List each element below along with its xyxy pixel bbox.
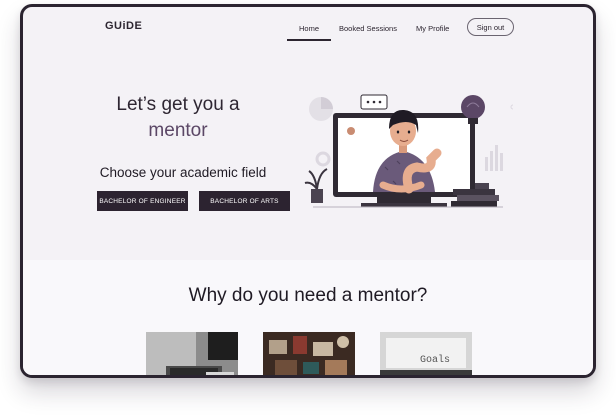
- logo[interactable]: GUiDE: [105, 20, 142, 32]
- nav-my-profile[interactable]: My Profile: [416, 24, 449, 33]
- typewriter-goals-photo-card[interactable]: Goals: [380, 332, 472, 378]
- hero-title-line1: Let’s get you a: [116, 94, 240, 115]
- lightbulb-icon: [461, 95, 513, 124]
- academic-field-heading: Choose your academic field: [99, 165, 267, 180]
- hero-title: Let’s get you a mentor: [88, 92, 268, 144]
- laptop-photo-card[interactable]: [146, 332, 238, 378]
- nav-home-active-indicator: [287, 39, 331, 41]
- navbar: GUiDE Home Booked Sessions My Profile Si…: [23, 7, 593, 51]
- mentor-video-call-illustration: [304, 94, 513, 208]
- chat-bubble-icon: [360, 94, 388, 110]
- goals-label: Goals: [420, 354, 450, 366]
- gear-icon: [315, 151, 331, 167]
- why-mentor-heading: Why do you need a mentor?: [188, 285, 428, 306]
- bachelor-of-engineer-button[interactable]: BACHELOR OF ENGINEER: [97, 191, 188, 211]
- sign-out-button[interactable]: Sign out: [467, 18, 514, 36]
- hero-title-accent: mentor: [148, 120, 208, 141]
- desk-items-photo-card[interactable]: [263, 332, 355, 378]
- plant-icon: [304, 168, 328, 203]
- caller-avatar-icon: [347, 127, 355, 135]
- pie-chart-icon: [309, 97, 333, 121]
- why-mentor-section: Why do you need a mentor? Goals: [23, 260, 593, 378]
- browser-frame: GUiDE Home Booked Sessions My Profile Si…: [20, 4, 596, 378]
- bachelor-of-arts-button[interactable]: BACHELOR OF ARTS: [199, 191, 290, 211]
- bar-chart-icon: [485, 145, 503, 171]
- nav-home[interactable]: Home: [299, 24, 319, 33]
- nav-booked-sessions[interactable]: Booked Sessions: [339, 24, 397, 33]
